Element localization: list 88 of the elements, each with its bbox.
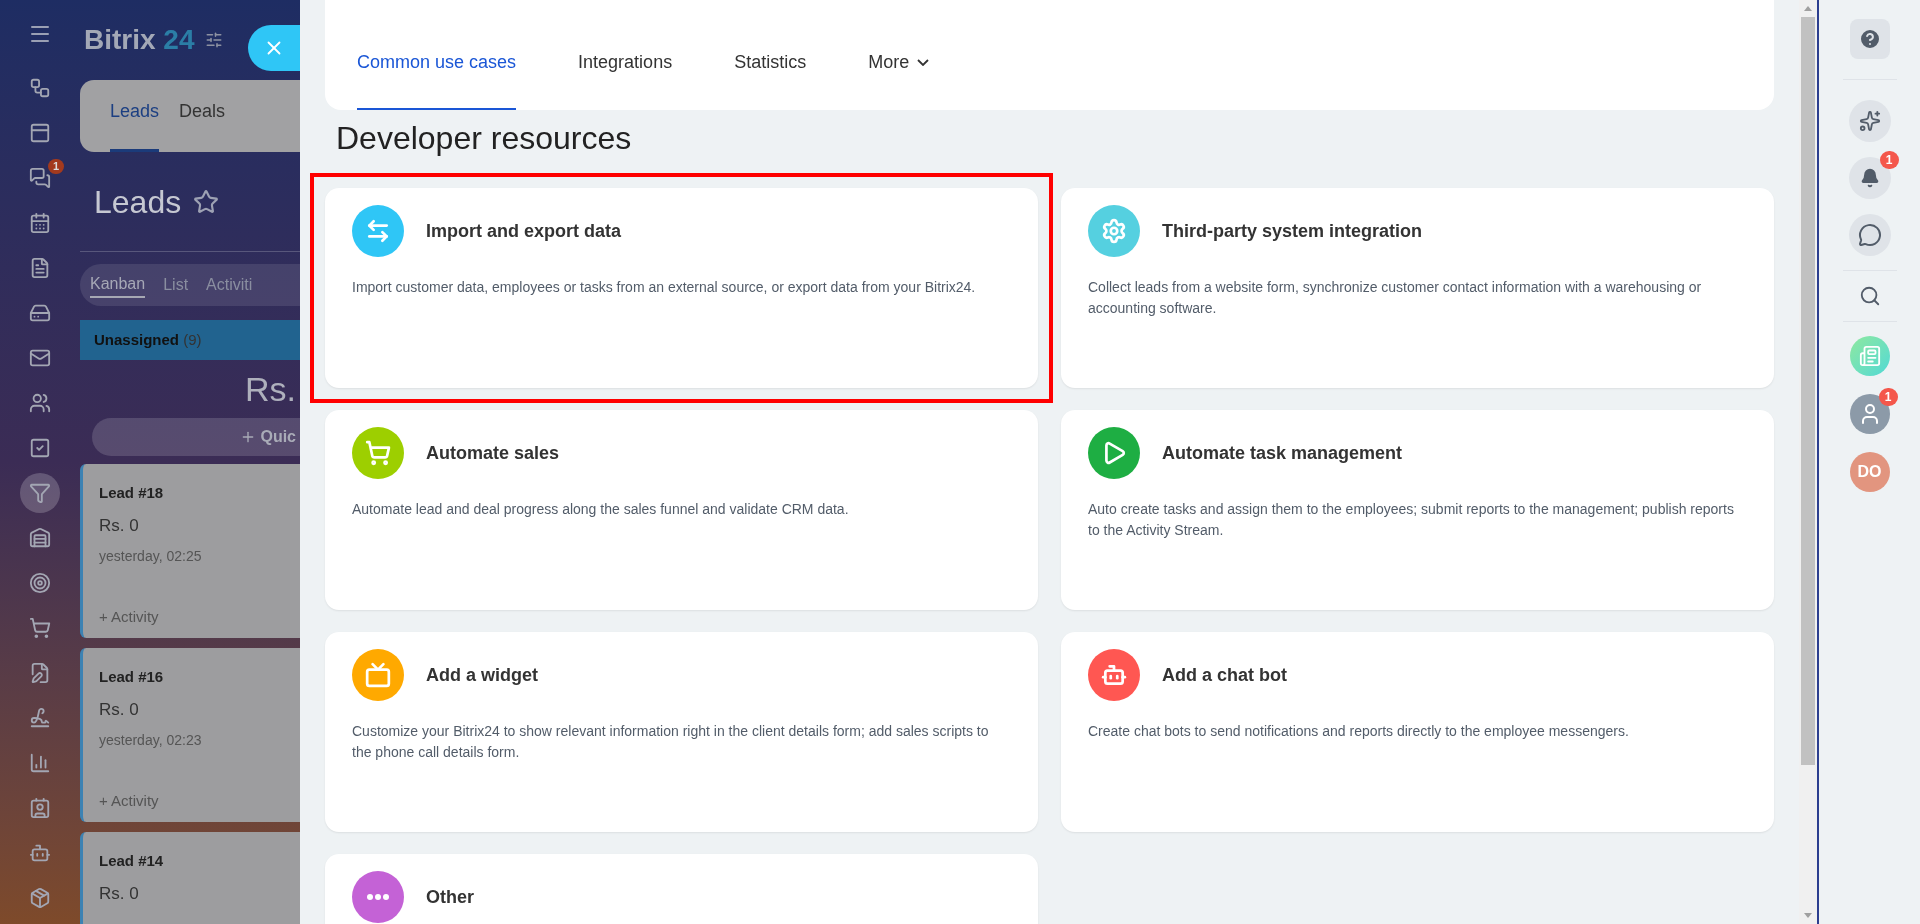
robot-icon — [1101, 662, 1127, 688]
tab[interactable]: Statistics — [734, 49, 807, 110]
resource-card[interactable]: Add a widget Customize your Bitrix24 to show relevant information right in the client details form; add sales scripts to the phone call details form. — [325, 632, 1038, 832]
logo: Bitrix 24 — [84, 23, 195, 57]
card-description: Customize your Bitrix24 to show relevant information right in the client details form; add sales scripts to the phone call details form. — [352, 722, 990, 762]
quick-add-button[interactable]: Quic — [92, 418, 300, 456]
card-title: Import and export data — [426, 219, 622, 243]
calendar-icon — [29, 212, 51, 234]
resource-card[interactable]: Third-party system integration Collect leads from a website form, synchronize customer contact information with a warehousing or accounting software. — [1061, 188, 1774, 388]
resource-card[interactable]: Automate task management Auto create tasks and assign them to the employees; submit reports to the management; publish reports to the Activity Stream. — [1061, 410, 1774, 610]
robot-icon — [29, 842, 51, 864]
count-badge: 1 — [47, 159, 64, 174]
count-badge: 1 — [1879, 151, 1899, 169]
lead-time: yesterday, 02:23 — [99, 731, 203, 750]
crm-tab[interactable]: Leads — [110, 98, 160, 152]
gears-icon — [1101, 218, 1127, 244]
people-icon — [29, 392, 51, 414]
card-description: Automate lead and deal progress along the sales funnel and validate CRM data. — [352, 500, 850, 519]
mail-icon — [29, 347, 51, 369]
cart-icon — [365, 440, 391, 466]
newspaper-icon — [1858, 345, 1881, 367]
nav-item[interactable] — [20, 473, 60, 513]
lead-amount: Rs. 0 — [99, 882, 140, 905]
chat-icon — [29, 167, 51, 189]
cart-icon — [29, 617, 51, 639]
document-icon — [29, 257, 51, 279]
card-title: Automate sales — [426, 441, 560, 465]
drive-icon — [29, 302, 51, 324]
form-icon — [29, 662, 51, 684]
more-dropdown[interactable]: More — [868, 49, 930, 110]
search-icon[interactable] — [1858, 285, 1881, 307]
checkbox-icon — [29, 437, 51, 459]
sparkle-icon — [1858, 110, 1881, 132]
sliders-icon[interactable] — [204, 31, 223, 49]
avatar[interactable] — [1849, 394, 1890, 434]
card-title: Add a widget — [426, 663, 538, 687]
nodes-icon — [29, 77, 51, 99]
crm-tab[interactable]: Deals — [179, 98, 226, 152]
contact-card-icon — [29, 797, 51, 819]
close-button[interactable] — [248, 25, 300, 71]
scrollbar[interactable] — [1799, 0, 1817, 924]
dots-icon — [367, 894, 389, 900]
lead-title: Lead #18 — [99, 483, 165, 503]
lead-title: Lead #14 — [99, 851, 165, 871]
star-icon[interactable] — [193, 188, 220, 215]
resource-card[interactable]: Import and export data Import customer data, employees or tasks from an external source, or export data from your Bitrix24. — [325, 188, 1038, 388]
lead-title: Lead #16 — [99, 667, 165, 687]
bell-icon — [1859, 168, 1880, 188]
column-sum: Rs. — [245, 368, 296, 410]
lead-amount: Rs. 0 — [99, 698, 140, 721]
quick-add-label: Quic — [260, 427, 296, 447]
bar-chart-icon — [29, 752, 51, 774]
view-tab[interactable]: Kanban — [90, 272, 146, 298]
resource-card[interactable]: Other — [325, 854, 1038, 924]
copilot-button[interactable] — [1848, 100, 1891, 142]
section-heading: Developer resources — [336, 119, 632, 158]
card-title: Automate task management — [1162, 441, 1403, 465]
tab[interactable]: Common use cases — [357, 49, 517, 110]
card-description: Collect leads from a website form, synchronize customer contact information with a warehousing or accounting software. — [1088, 278, 1703, 318]
chat-button[interactable] — [1848, 214, 1891, 256]
signature-icon — [29, 707, 51, 729]
card-description: Import customer data, employees or tasks from an external source, or export data from your Bitrix24. — [352, 278, 977, 297]
lead-amount: Rs. 0 — [99, 514, 140, 537]
column-title: Unassigned (9) — [94, 329, 202, 350]
lead-card[interactable]: Lead #18 Rs. 0 yesterday, 02:25 + Activity — [80, 464, 300, 638]
chevron-down-icon — [917, 59, 930, 66]
page-title: Leads — [94, 182, 182, 222]
box-icon — [29, 887, 51, 909]
resource-card[interactable]: Add a chat bot Create chat bots to send notifications and reports directly to the employee messengers. — [1061, 632, 1774, 832]
card-description: Auto create tasks and assign them to the employees; submit reports to the management; publish reports to the Activity Stream. — [1088, 500, 1735, 540]
lead-card[interactable]: Lead #14 Rs. 0 — [80, 832, 300, 924]
lead-time: yesterday, 02:25 — [99, 547, 203, 566]
tab[interactable]: Integrations — [578, 49, 673, 110]
chat-icon — [1857, 223, 1882, 247]
card-title: Other — [426, 885, 474, 909]
target-icon — [29, 572, 51, 594]
resource-card[interactable]: Automate sales Automate lead and deal progress along the sales funnel and validate CRM data. — [325, 410, 1038, 610]
card-title: Add a chat bot — [1162, 663, 1287, 687]
help-button[interactable] — [1849, 19, 1890, 59]
lead-card[interactable]: Lead #16 Rs. 0 yesterday, 02:23 + Activity — [80, 648, 300, 822]
count-badge: 1 — [1878, 388, 1898, 406]
arrows-icon — [365, 218, 391, 244]
card-title: Third-party system integration — [1162, 219, 1423, 243]
funnel-icon — [29, 482, 51, 504]
notifications-button[interactable] — [1848, 157, 1891, 199]
warehouse-icon — [29, 527, 51, 549]
window-icon — [29, 122, 51, 144]
card-description: Create chat bots to send notifications and reports directly to the employee messengers. — [1088, 722, 1630, 741]
